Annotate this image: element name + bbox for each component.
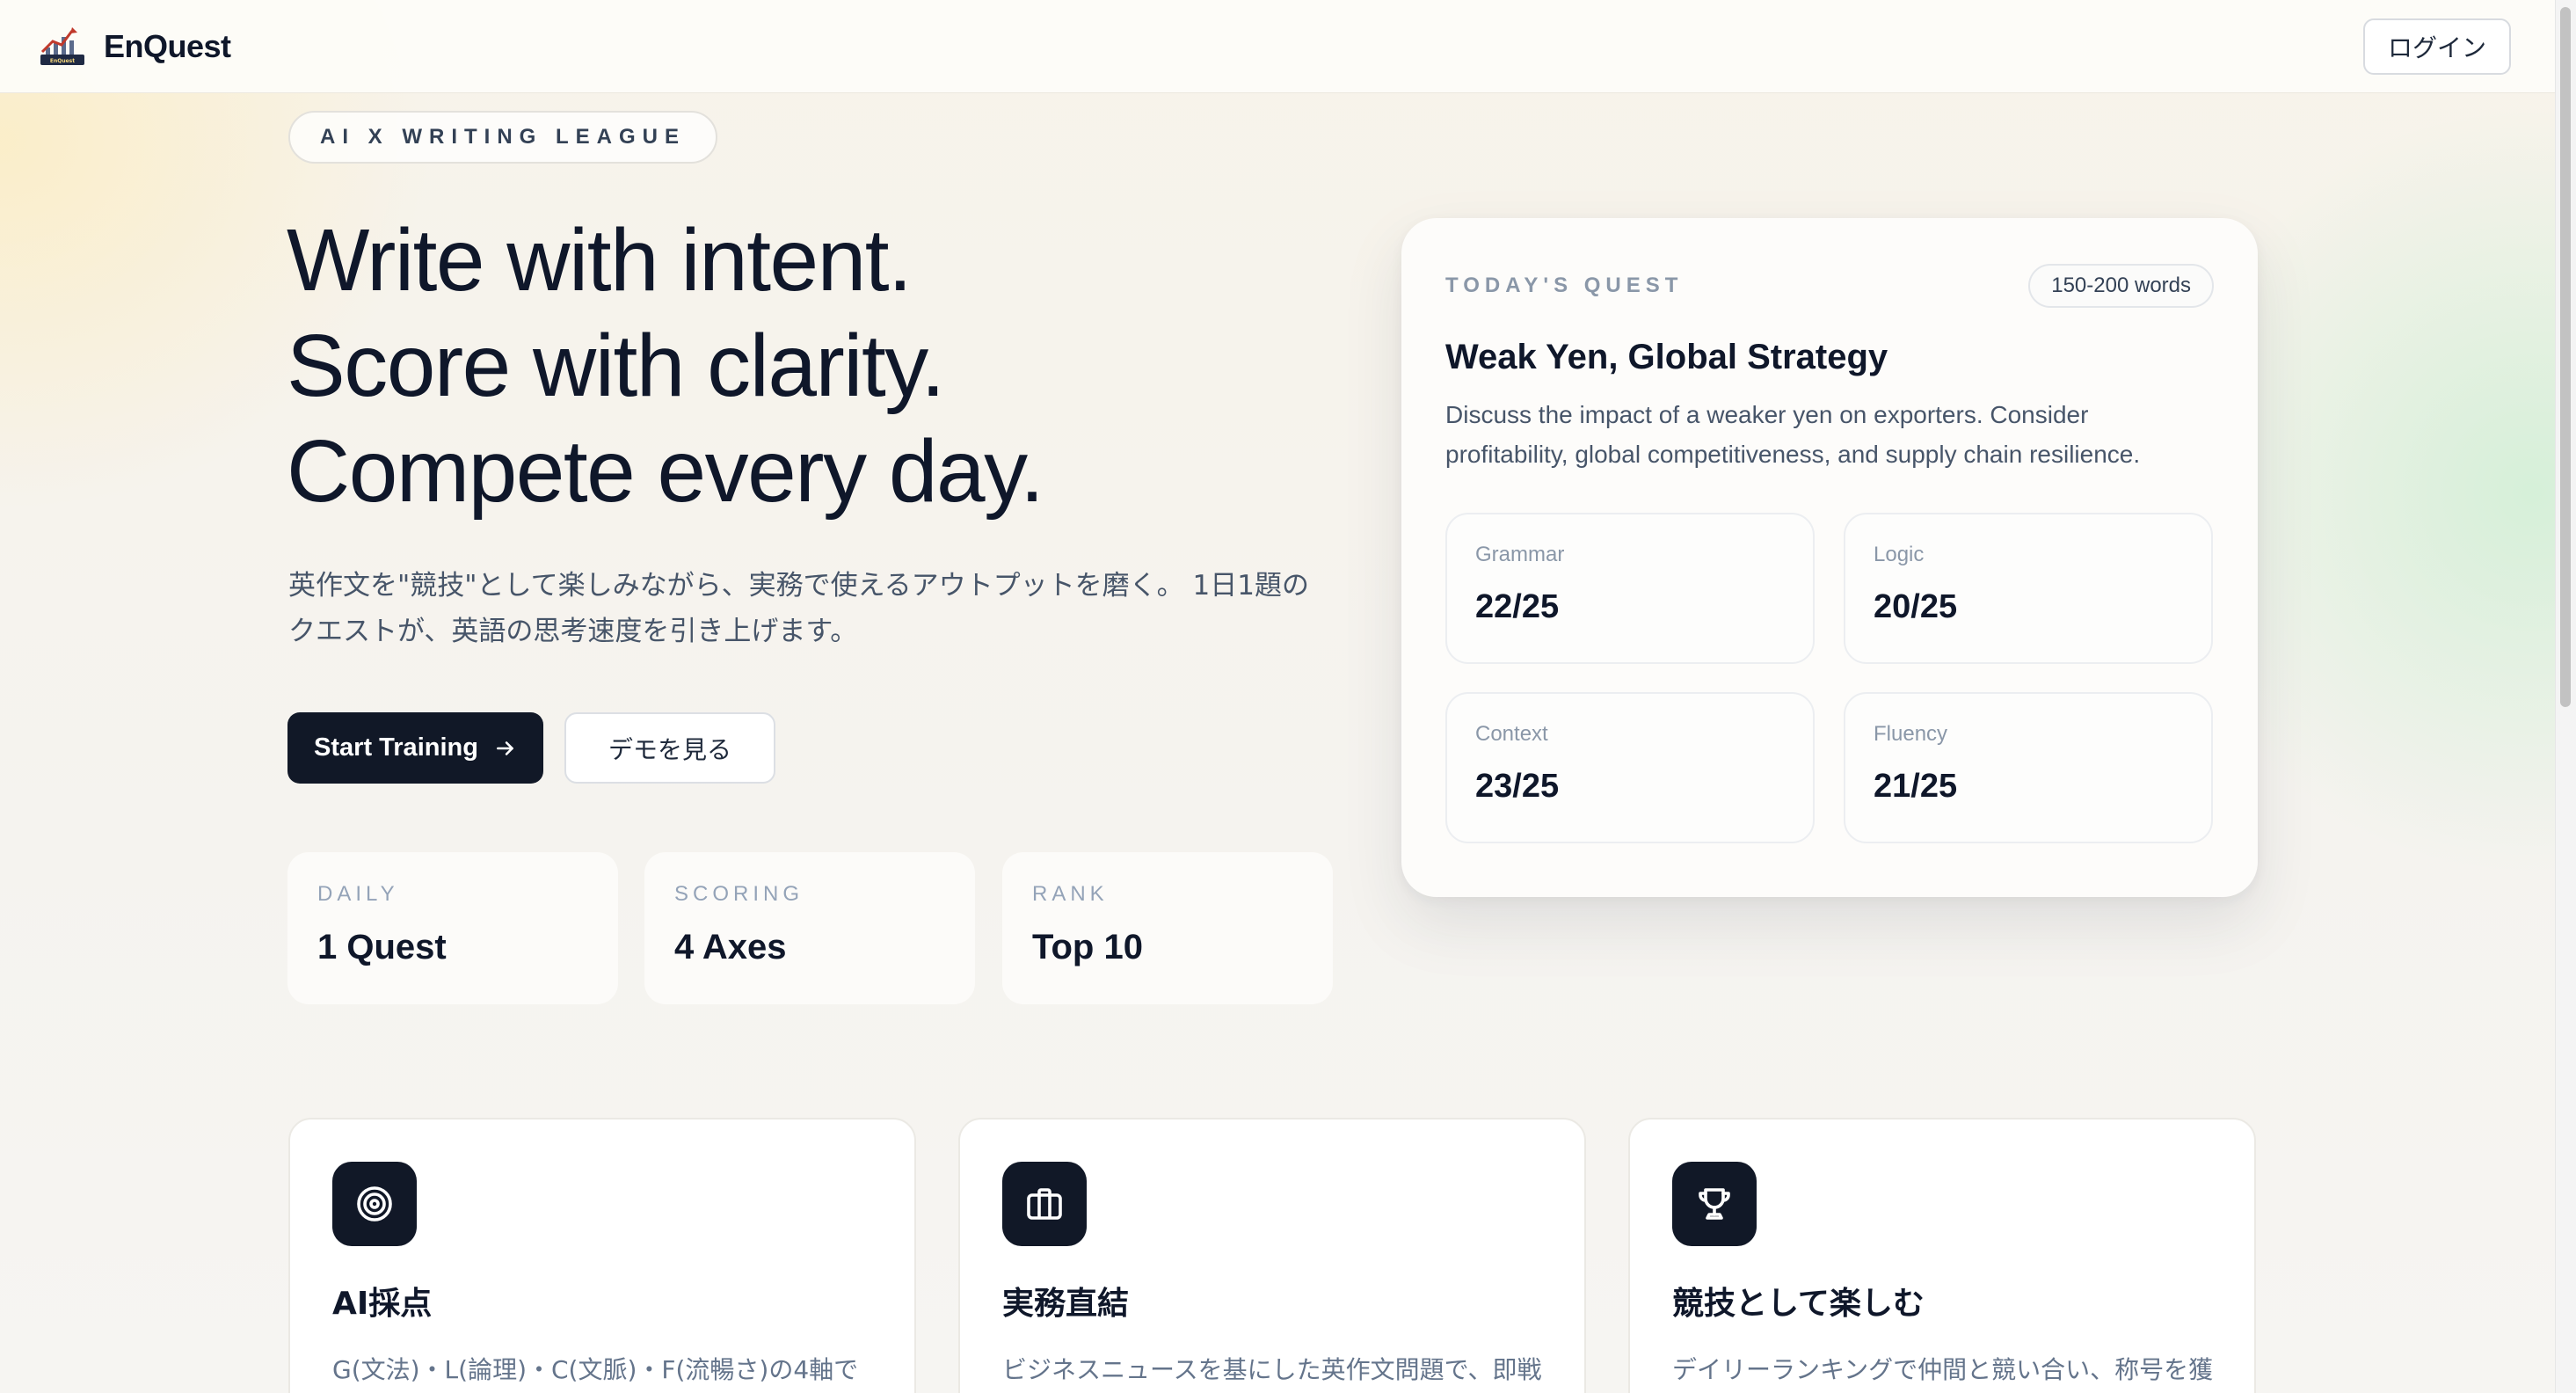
page-scrollbar[interactable]	[2555, 0, 2576, 1393]
score-card-fluency: Fluency 21/25	[1844, 692, 2213, 843]
feature-card-competition: 競技として楽しむ デイリーランキングで仲間と競い合い、称号を獲得してモチベーショ…	[1628, 1118, 2256, 1393]
score-card-logic: Logic 20/25	[1844, 513, 2213, 664]
demo-button[interactable]: デモを見る	[564, 712, 775, 784]
stat-value: Top 10	[1032, 928, 1143, 966]
trophy-icon	[1672, 1162, 1757, 1246]
brand[interactable]: EnQuest EnQuest	[37, 26, 231, 68]
arrow-right-icon	[496, 740, 513, 755]
stat-label: SCORING	[674, 882, 804, 906]
score-value: 23/25	[1475, 768, 1560, 805]
top-navbar: EnQuest EnQuest ログイン	[0, 0, 2555, 93]
stat-value: 1 Quest	[317, 928, 447, 966]
score-card-grammar: Grammar 22/25	[1445, 513, 1815, 664]
score-label: Fluency	[1874, 722, 1948, 746]
stat-value: 4 Axes	[674, 928, 787, 966]
hero-subtext: 英作文を"競技"として楽しみながら、実務で使えるアウトプットを磨く。 1日1題の…	[288, 570, 1309, 647]
score-label: Context	[1475, 722, 1548, 746]
stat-card-scoring: SCORING 4 Axes	[644, 852, 975, 1004]
score-value: 21/25	[1874, 768, 1958, 805]
target-icon	[332, 1162, 417, 1246]
feature-card-practical: 実務直結 ビジネスニュースを基にした英作文問題で、即戦力のアウトプットを生成	[958, 1118, 1586, 1393]
quest-title: Weak Yen, Global Strategy	[1445, 338, 1888, 376]
enquest-logo: EnQuest	[37, 26, 88, 68]
stat-label: DAILY	[317, 882, 399, 906]
stat-label: RANK	[1032, 882, 1109, 906]
league-tagline-pill: AI X WRITING LEAGUE	[288, 111, 717, 164]
headline-line-3: Compete every day.	[287, 422, 1044, 521]
stat-card-daily: DAILY 1 Quest	[287, 852, 618, 1004]
feature-title: 実務直結	[1002, 1286, 1130, 1322]
login-button[interactable]: ログイン	[2362, 18, 2511, 75]
score-grid: Grammar 22/25 Logic 20/25 Context 23/25 …	[1445, 513, 2214, 843]
scrollbar-thumb[interactable]	[2560, 7, 2571, 707]
start-training-label: Start Training	[314, 733, 478, 762]
todays-quest-card: TODAY'S QUEST 150-200 words Weak Yen, Gl…	[1401, 218, 2258, 897]
score-value: 22/25	[1475, 588, 1560, 625]
quest-description: Discuss the impact of a weaker yen on ex…	[1445, 401, 2141, 468]
svg-text:EnQuest: EnQuest	[50, 58, 75, 64]
start-training-button[interactable]: Start Training	[287, 712, 543, 784]
word-count-badge: 150-200 words	[2028, 264, 2214, 308]
headline-line-2: Score with clarity.	[287, 317, 945, 415]
score-label: Grammar	[1475, 543, 1565, 566]
feature-description: デイリーランキングで仲間と競い合い、称号を獲得してモチベーションUP	[1672, 1355, 2214, 1384]
brand-name: EnQuest	[104, 27, 231, 64]
feature-description: ビジネスニュースを基にした英作文問題で、即戦力のアウトプットを生成	[1002, 1355, 1542, 1384]
feature-title: AI採点	[332, 1286, 433, 1322]
headline-line-1: Write with intent.	[287, 211, 913, 310]
stat-card-rank: RANK Top 10	[1002, 852, 1333, 1004]
briefcase-icon	[1002, 1162, 1087, 1246]
quest-label: TODAY'S QUEST	[1445, 273, 1684, 297]
feature-description: G(文法)・L(論理)・C(文脈)・F(流暢さ)の4軸でAIが精密に採点	[332, 1355, 859, 1384]
score-card-context: Context 23/25	[1445, 692, 1815, 843]
feature-card-ai-scoring: AI採点 G(文法)・L(論理)・C(文脈)・F(流暢さ)の4軸でAIが精密に採…	[288, 1118, 916, 1393]
feature-title: 競技として楽しむ	[1672, 1286, 1925, 1322]
score-value: 20/25	[1874, 588, 1958, 625]
hero-headline: Write with intent. Score with clarity. C…	[287, 208, 1044, 524]
score-label: Logic	[1874, 543, 1925, 566]
